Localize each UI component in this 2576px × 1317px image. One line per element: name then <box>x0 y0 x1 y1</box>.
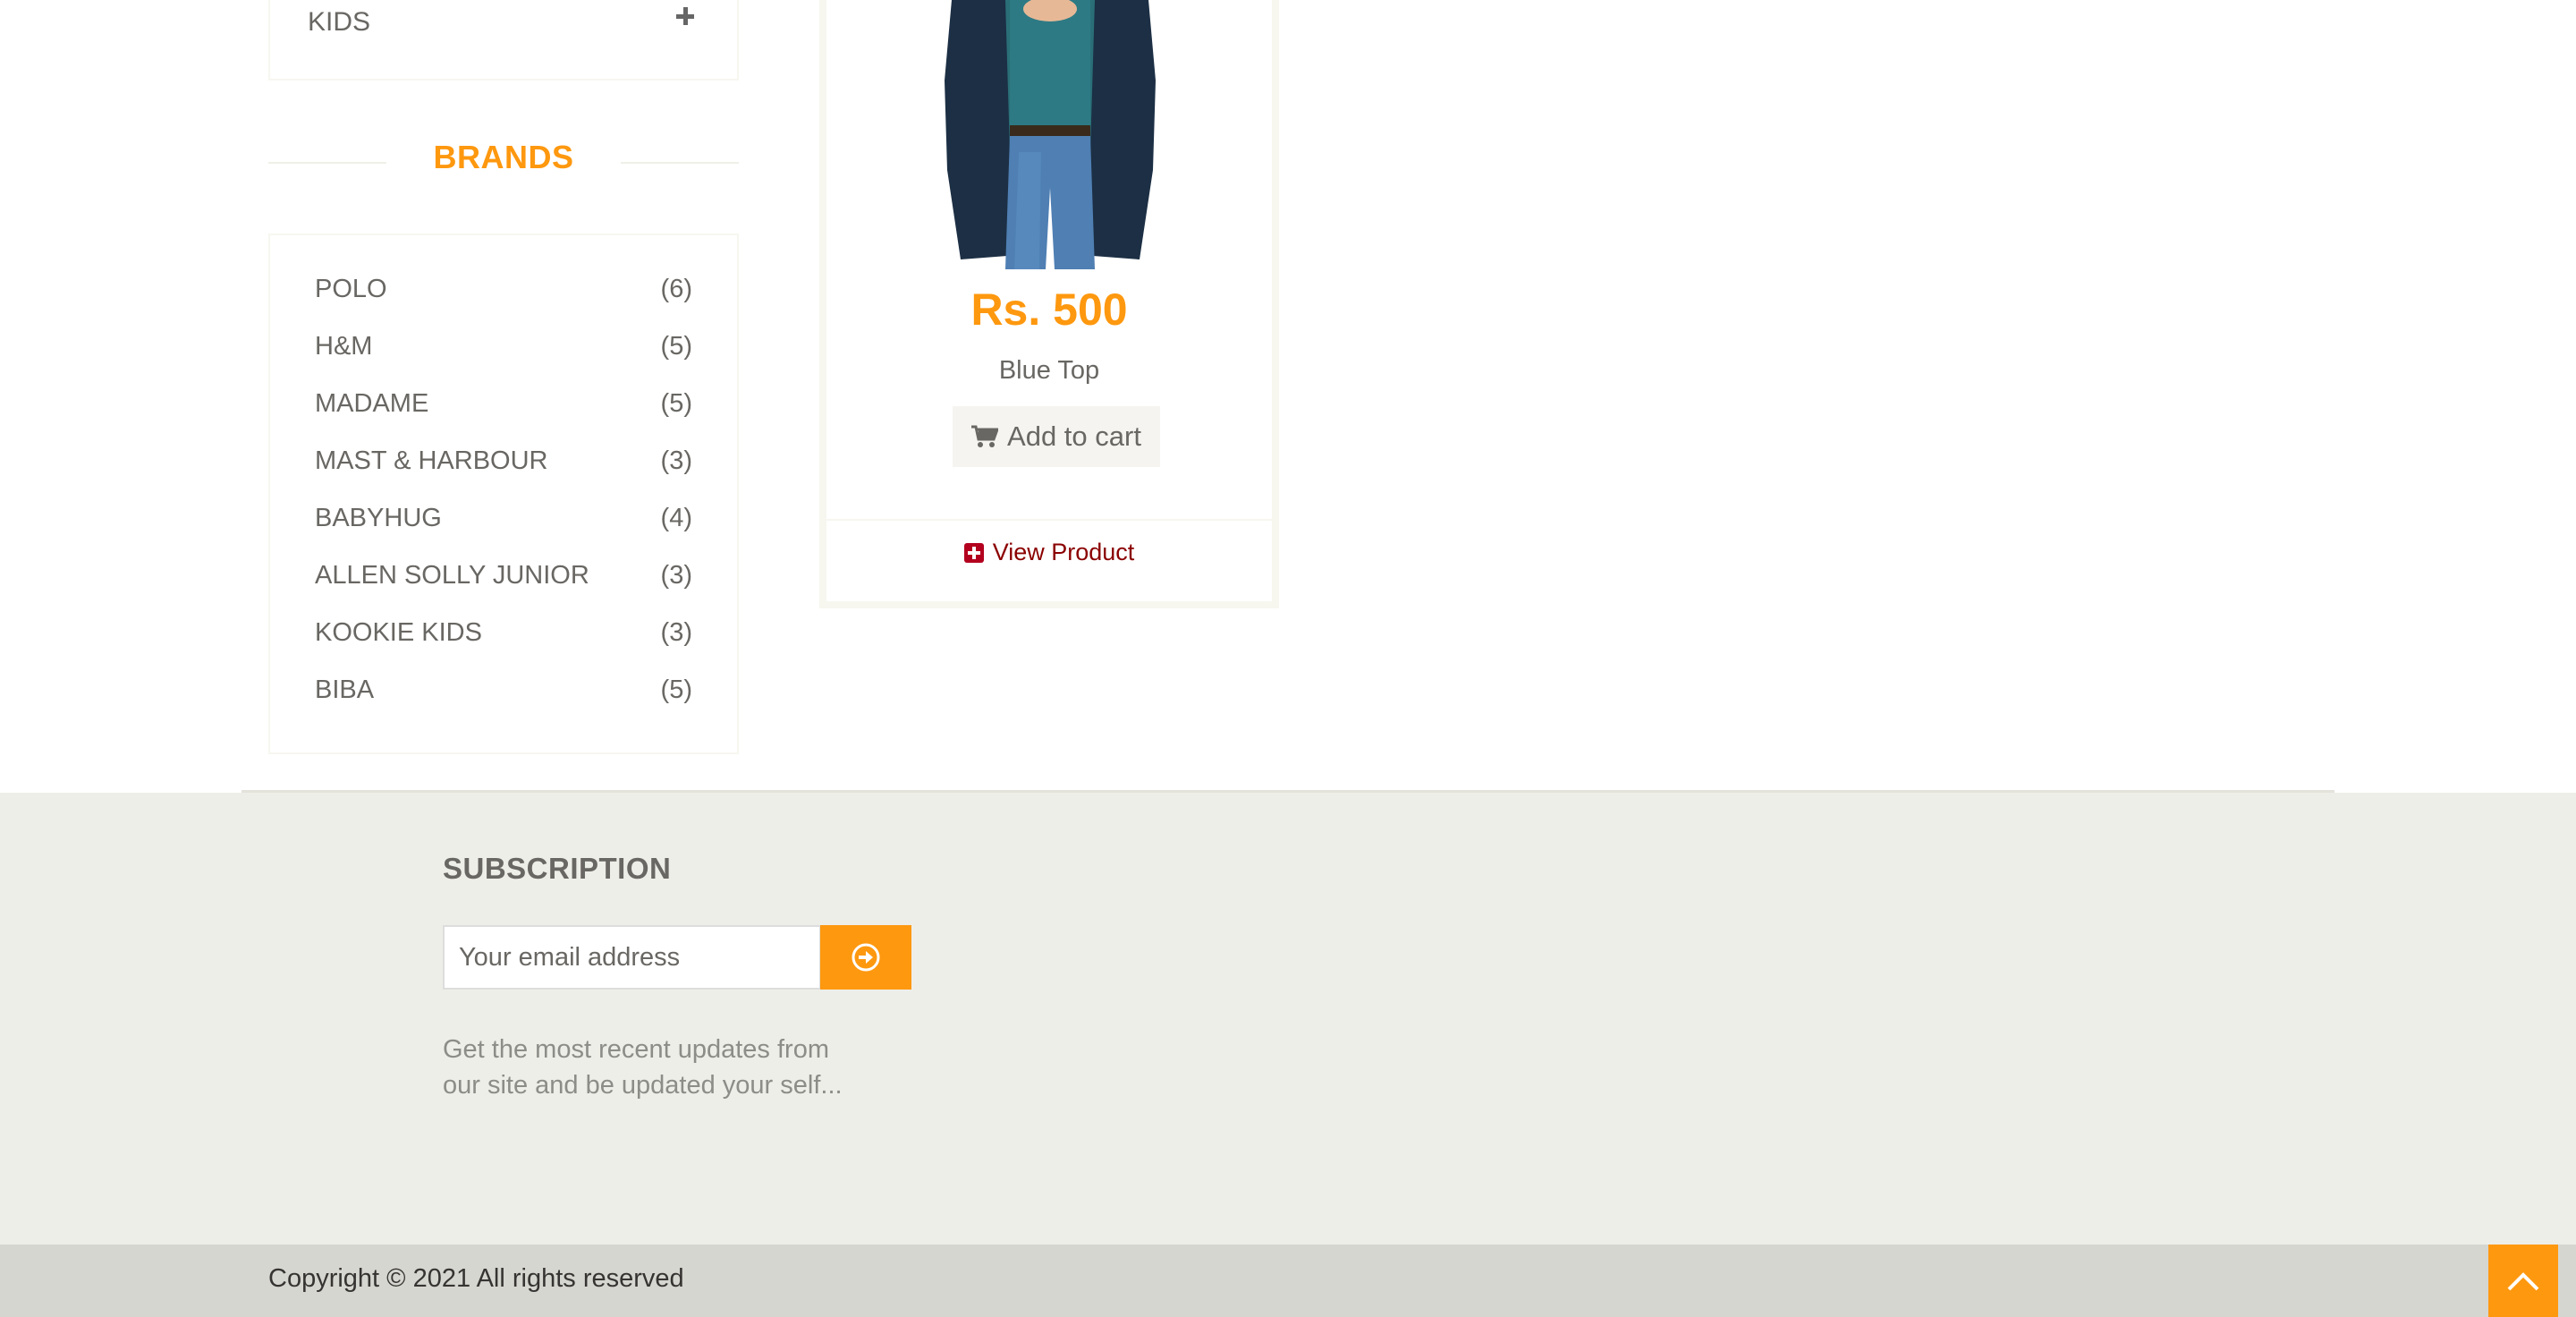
plus-icon[interactable] <box>676 7 694 25</box>
shopping-cart-icon <box>971 425 999 447</box>
scroll-up-button[interactable] <box>2488 1245 2558 1317</box>
footer-bottom: Copyright © 2021 All rights reserved <box>0 1245 2576 1317</box>
card-divider <box>826 519 1272 521</box>
footer-widget: SUBSCRIPTION Get the most recent updates… <box>0 790 2576 1245</box>
view-product-label[interactable]: View Product <box>993 539 1135 566</box>
brand-count: (6) <box>660 275 692 303</box>
add-to-cart-label: Add to cart <box>1007 421 1141 452</box>
footer-top-border <box>0 790 2576 793</box>
category-panel-kids: KIDS <box>268 0 739 81</box>
brand-name[interactable]: MAST & HARBOUR <box>315 446 548 476</box>
brand-name[interactable]: MADAME <box>315 389 428 419</box>
brand-name[interactable]: ALLEN SOLLY JUNIOR <box>315 561 589 591</box>
copyright-text: Copyright © 2021 All rights reserved <box>268 1264 684 1293</box>
add-to-cart-button[interactable]: Add to cart <box>953 406 1160 467</box>
brands-heading: BRANDS <box>433 139 574 175</box>
brand-name[interactable]: POLO <box>315 275 387 304</box>
view-product-link[interactable]: View Product <box>826 539 1272 566</box>
product-image <box>826 0 1272 269</box>
email-field[interactable] <box>443 925 821 990</box>
product-card: Rs. 500 Blue Top Add to cart View Produc… <box>819 0 1279 608</box>
brand-item-allen-solly-junior[interactable]: ALLEN SOLLY JUNIOR (3) <box>315 561 692 597</box>
brand-name[interactable]: BABYHUG <box>315 504 442 533</box>
product-name: Blue Top <box>998 356 1100 385</box>
brands-heading-block: BRANDS <box>268 139 739 183</box>
category-kids-label[interactable]: KIDS <box>308 7 370 38</box>
arrow-circle-right-icon <box>852 943 880 972</box>
brand-count: (3) <box>660 446 692 475</box>
subscription-title: SUBSCRIPTION <box>443 852 672 885</box>
brand-item-biba[interactable]: BIBA (5) <box>315 675 692 711</box>
brand-count: (3) <box>660 618 692 647</box>
brand-item-madame[interactable]: MADAME (5) <box>315 389 692 425</box>
subscribe-button[interactable] <box>820 925 911 990</box>
brand-count: (5) <box>660 389 692 418</box>
product-price: Rs. 500 <box>970 285 1128 335</box>
brand-item-hm[interactable]: H&M (5) <box>315 332 692 368</box>
product-photo-icon <box>826 0 1272 269</box>
brand-name[interactable]: KOOKIE KIDS <box>315 618 482 648</box>
plus-square-icon <box>963 542 984 563</box>
brand-item-kookie-kids[interactable]: KOOKIE KIDS (3) <box>315 618 692 654</box>
brand-count: (3) <box>660 561 692 590</box>
brand-item-mast-harbour[interactable]: MAST & HARBOUR (3) <box>315 446 692 482</box>
subscription-description: Get the most recent updates from our sit… <box>443 1035 843 1100</box>
brands-list: POLO (6) H&M (5) MADAME (5) MAST & HARBO… <box>268 234 739 754</box>
brand-count: (5) <box>660 332 692 361</box>
brand-name[interactable]: BIBA <box>315 675 374 705</box>
brand-count: (4) <box>660 504 692 532</box>
brand-count: (5) <box>660 675 692 704</box>
brand-item-polo[interactable]: POLO (6) <box>315 275 692 310</box>
brand-item-babyhug[interactable]: BABYHUG (4) <box>315 504 692 540</box>
brand-name[interactable]: H&M <box>315 332 372 361</box>
chevron-up-icon <box>2507 1271 2539 1290</box>
